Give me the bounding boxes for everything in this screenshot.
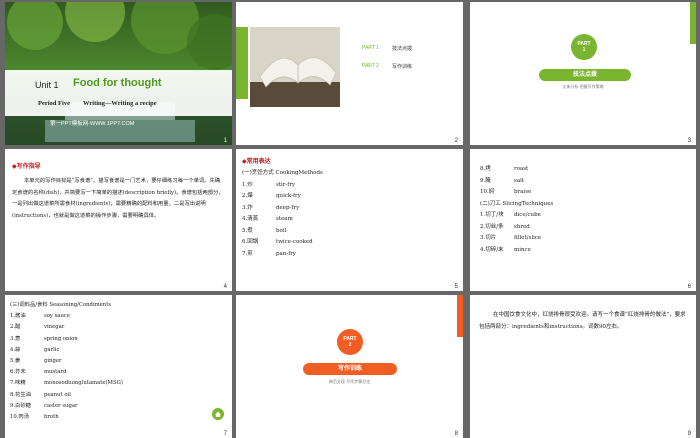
slide-number: 8 [454, 431, 458, 437]
list-item: 3.切片 fillet/slice [480, 235, 542, 241]
list-item: 9.白砂糖 caster sugar [10, 402, 78, 409]
slide-number: 5 [454, 284, 458, 290]
list-item: 3.炸 deep-fry [242, 204, 300, 211]
part-badge: PART 2 [337, 329, 363, 355]
slicing-techniques-list: 8.烤 roast 9.腌 salt 10.焖 braise (二)刀工 Slicin… [480, 164, 553, 256]
unit-label: Unit 1 [35, 80, 59, 90]
part-badge: PART 1 [571, 34, 597, 60]
slide-8-thumbnail[interactable]: PART 2 写作训练 典范文段 写作步骤总览 8 [236, 295, 463, 438]
slide-9-thumbnail[interactable]: 在中国饮食文化中，红烧排骨很受欢迎。请写一个食谱“红烧排骨的做法”，要求包括两部… [470, 295, 696, 438]
slide-number: 6 [687, 284, 691, 290]
slide-number: 9 [687, 431, 691, 437]
list-item: 4.清蒸 steam [242, 216, 293, 222]
slide-3-thumbnail[interactable]: PART 1 技法点拨 文体分析 把握写作策略 3 [470, 2, 696, 145]
green-accent-bar [236, 27, 248, 99]
section-subtitle: 文体分析 把握写作策略 [562, 84, 604, 89]
list-item: 2.切丝/条 shred [480, 223, 530, 230]
slide-title: Food for thought [73, 77, 162, 89]
list-item: 5.煮 boil [242, 227, 287, 234]
part1-label: PART 1 [362, 45, 379, 51]
slide-number: 3 [687, 138, 691, 144]
slide-number: 1 [223, 138, 227, 144]
writing-guide-body: 本单元的写作目标是“写食谱”。描写食谱是一门艺术，要仔细练习每一个单词。先确定食… [12, 178, 224, 219]
list-item: 1.炒 stir-fry [242, 181, 296, 188]
list-item: 2.醋 vinegar [10, 324, 65, 331]
slide-number: 7 [223, 431, 227, 437]
list-item: 9.腌 salt [480, 177, 525, 184]
slide-5-thumbnail[interactable]: ◆常用表达 (一)烹饪方式 CookingMethods 1.炒 stir-fry… [236, 149, 463, 291]
list-item: 3.葱 spring onion [10, 335, 78, 342]
common-expressions-heading: ◆常用表达 [242, 158, 271, 165]
slide-1-thumbnail[interactable]: Unit 1 Food for thought Period Five Writ… [5, 2, 232, 145]
part2-label: PART 2 [362, 63, 379, 69]
writing-guide-heading: ◆写作指导 [12, 163, 41, 170]
condiments-list: (三)调料品/食料 Seasoning/Condiments 1.酱油 soy s… [10, 300, 123, 423]
condiments-heading: (三)调料品/食料 Seasoning/Condiments [10, 302, 112, 308]
period-label: Period Five [38, 100, 70, 107]
section-pill: 写作训练 [303, 363, 397, 375]
list-item: 6.回锅 twice-cooked [242, 239, 313, 245]
writing-task-body: 在中国饮食文化中，红烧排骨很受欢迎。请写一个食谱“红烧排骨的做法”，要求包括两部… [479, 312, 686, 330]
list-item: 1.酱油 soy sauce [10, 313, 70, 320]
slide-number: 4 [223, 284, 227, 290]
list-item: 4.蒜 garlic [10, 346, 60, 353]
green-corner-bar [690, 2, 696, 44]
cooking-methods-heading: (一)烹饪方式 CookingMethods [242, 170, 323, 176]
slide-2-thumbnail[interactable]: PART 1 技法点拨 PART 2 写作训练 2 [236, 2, 463, 145]
section-subtitle: 典范文段 写作步骤总览 [328, 379, 371, 384]
footer-watermark: 第一PPT模板网-WWW.1PPT.COM [50, 121, 135, 127]
home-icon[interactable] [212, 408, 224, 420]
list-item: 1.切丁/块 dice/cube [480, 212, 541, 218]
part1-text: 技法点拨 [392, 46, 413, 52]
section-pill: 技法点拨 [539, 69, 631, 81]
list-item: 2.爆 quick-fry [242, 193, 301, 199]
slide-subtitle: Writing—Writing a recipe [83, 100, 157, 107]
list-item: 8.烤 roast [480, 166, 529, 172]
list-item: 6.芥末 mustard [10, 369, 67, 376]
badge-part-number: 2 [348, 342, 352, 348]
open-book-image [250, 27, 340, 107]
part2-text: 写作训练 [392, 64, 413, 70]
list-item: 4.切碎/末 mince [480, 246, 531, 253]
orange-corner-bar [457, 295, 463, 337]
slicing-techniques-heading: (二)刀工 SlicingTechniques [480, 200, 554, 207]
list-item: 7.煎 pan-fry [242, 250, 296, 257]
list-item: 7.味精 monosodiumglutamate(MSG) [10, 380, 123, 387]
list-item: 5.姜 ginger [10, 358, 62, 365]
slide-7-thumbnail[interactable]: (三)调料品/食料 Seasoning/Condiments 1.酱油 soy s… [5, 295, 232, 438]
cooking-methods-list: (一)烹饪方式 CookingMethods 1.炒 stir-fry 2.爆 qu… [242, 168, 323, 260]
list-item: 8.花生油 peanut oil [10, 391, 71, 398]
slide-6-thumbnail[interactable]: 8.烤 roast 9.腌 salt 10.焖 braise (二)刀工 Slicin… [470, 149, 696, 291]
slide-4-thumbnail[interactable]: ◆写作指导 本单元的写作目标是“写食谱”。描写食谱是一门艺术，要仔细练习每一个单… [5, 149, 232, 291]
slide-number: 2 [454, 138, 458, 144]
list-item: 10.肉汤 broth [10, 414, 59, 421]
list-item: 10.焖 braise [480, 189, 532, 195]
badge-part-number: 1 [582, 47, 586, 53]
